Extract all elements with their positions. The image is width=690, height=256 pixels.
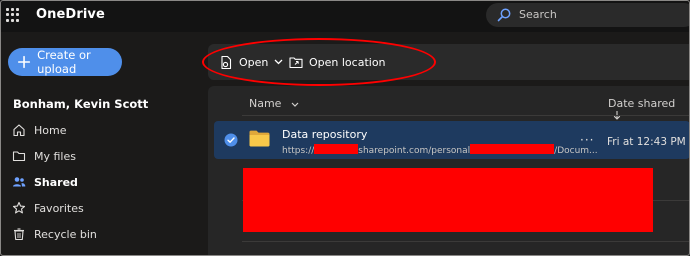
annotation-circle xyxy=(202,38,436,86)
more-options-button[interactable]: ··· xyxy=(580,133,594,147)
checkmark-circle-icon[interactable] xyxy=(224,133,238,147)
search-input[interactable] xyxy=(486,3,690,27)
app-launcher-icon[interactable] xyxy=(6,8,20,22)
file-path-segment: sharepoint.com/personal xyxy=(358,146,471,156)
file-name[interactable]: Data repository xyxy=(282,128,367,141)
sidebar-item-label: My files xyxy=(34,149,76,163)
redaction xyxy=(314,144,359,154)
chevron-down-icon xyxy=(291,102,299,107)
home-icon xyxy=(13,124,25,137)
people-icon xyxy=(13,177,26,187)
redaction-block xyxy=(243,168,653,232)
app-title[interactable]: OneDrive xyxy=(36,7,105,22)
date-shared: Fri at 12:43 PM xyxy=(607,136,686,148)
sidebar-item-shared[interactable]: Shared xyxy=(12,171,192,193)
column-header-date-shared[interactable]: Date shared xyxy=(608,97,690,123)
redaction xyxy=(470,144,555,154)
folder-icon xyxy=(249,130,270,147)
star-icon xyxy=(12,201,26,214)
row-divider xyxy=(242,241,690,242)
sidebar-item-recycle-bin[interactable]: Recycle bin xyxy=(12,223,192,245)
user-name: Bonham, Kevin Scott xyxy=(13,97,149,111)
sidebar-item-home[interactable]: Home xyxy=(12,119,192,141)
file-path-segment: /Docum... xyxy=(554,146,598,156)
sidebar-item-label: Home xyxy=(34,123,67,137)
sidebar-item-favorites[interactable]: Favorites xyxy=(12,197,192,219)
search-icon xyxy=(497,8,511,22)
column-header-label: Name xyxy=(249,97,282,110)
create-or-upload-button[interactable]: Create or upload xyxy=(8,48,122,76)
sidebar-item-label: Shared xyxy=(34,175,78,189)
sidebar-item-my-files[interactable]: My files xyxy=(12,145,192,167)
trash-icon xyxy=(14,228,24,241)
file-path: https:// sharepoint.com/personal/Docum... xyxy=(282,144,598,156)
file-path-segment: https:// xyxy=(282,146,315,156)
column-header-name[interactable]: Name xyxy=(249,97,299,110)
column-header-label: Date shared xyxy=(608,97,676,110)
sidebar-item-label: Favorites xyxy=(34,201,84,215)
search-placeholder: Search xyxy=(519,8,557,21)
create-or-upload-label: Create or upload xyxy=(37,48,91,76)
folder-icon xyxy=(12,151,26,162)
header-divider xyxy=(242,115,690,116)
plus-icon xyxy=(17,55,31,69)
sidebar-item-label: Recycle bin xyxy=(34,227,97,241)
